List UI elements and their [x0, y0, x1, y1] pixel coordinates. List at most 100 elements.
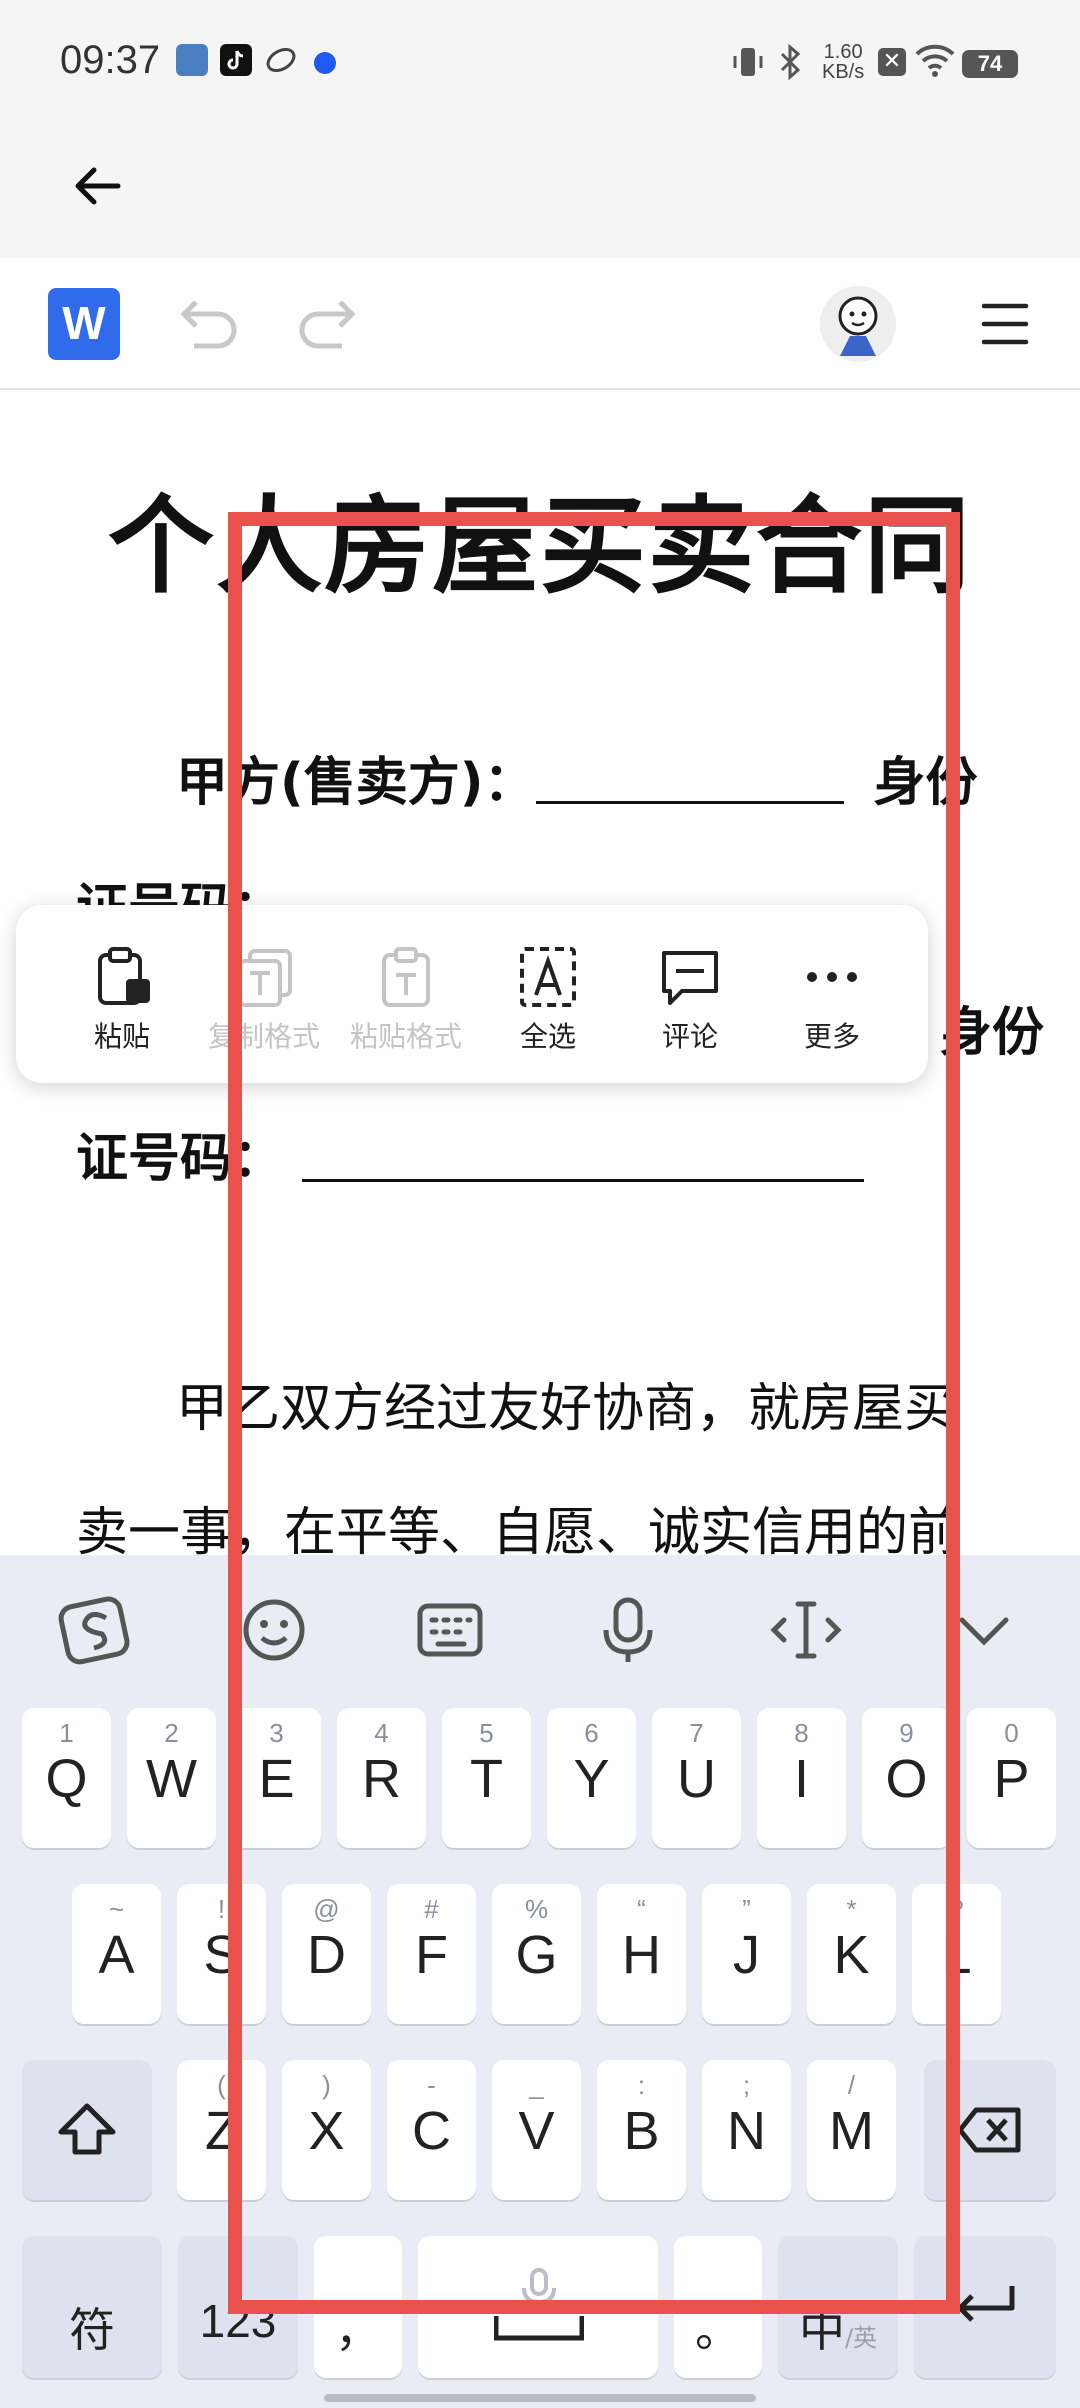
- key-g[interactable]: % G: [492, 1884, 581, 2024]
- key-e[interactable]: 3E: [232, 1708, 321, 1848]
- key-b-main: B: [623, 2101, 660, 2161]
- key-m[interactable]: / M: [807, 2060, 896, 2200]
- back-arrow-icon[interactable]: [68, 156, 128, 216]
- key-h[interactable]: “H: [597, 1884, 686, 2024]
- key-f-sub: #: [424, 1894, 439, 1924]
- home-indicator[interactable]: [324, 2394, 756, 2402]
- key-j-main: J: [733, 1925, 760, 1985]
- key-p[interactable]: 0P: [967, 1708, 1056, 1848]
- key-n[interactable]: ; N: [702, 2060, 791, 2200]
- key-f[interactable]: # F: [387, 1884, 476, 2024]
- network-speed-unit: KB/s: [822, 61, 865, 83]
- key-z[interactable]: (Z: [177, 2060, 266, 2200]
- menu-hamburger-icon[interactable]: [980, 296, 1030, 352]
- battery-indicator: 74: [962, 50, 1018, 78]
- context-menu: 粘贴 复制格式 粘贴格式 全选 评论 更多: [16, 905, 928, 1083]
- key-a[interactable]: ~ A: [72, 1884, 161, 2024]
- symbols-key[interactable]: 符: [22, 2236, 162, 2378]
- language-switch-key[interactable]: 中/英: [778, 2236, 898, 2378]
- period-key-label: 。: [695, 2303, 741, 2357]
- key-b-sub: :: [637, 2070, 646, 2100]
- key-u-sub: 7: [689, 1718, 704, 1748]
- period-key[interactable]: 。: [674, 2236, 762, 2378]
- key-q-sub: 1: [59, 1718, 74, 1748]
- more-button[interactable]: 更多: [762, 905, 902, 1083]
- keyboard-layout-icon[interactable]: [410, 1590, 490, 1670]
- key-b[interactable]: :B: [597, 2060, 686, 2200]
- cursor-move-icon[interactable]: [766, 1590, 846, 1670]
- key-c-main: C: [412, 2101, 451, 2161]
- key-v[interactable]: _ V: [492, 2060, 581, 2200]
- user-avatar[interactable]: [820, 286, 896, 362]
- key-z-sub: (: [217, 2070, 226, 2100]
- language-key-main: 中: [798, 2303, 845, 2357]
- key-x-main: X: [308, 2101, 345, 2161]
- key-r-sub: 4: [374, 1718, 389, 1748]
- key-t[interactable]: 5T: [442, 1708, 531, 1848]
- undo-icon[interactable]: [176, 292, 242, 354]
- key-q[interactable]: 1Q: [22, 1708, 111, 1848]
- space-key[interactable]: [418, 2236, 658, 2378]
- microphone-icon[interactable]: [588, 1590, 668, 1670]
- select-all-button[interactable]: 全选: [478, 905, 618, 1083]
- enter-key[interactable]: [914, 2236, 1056, 2378]
- network-speed-value: 1.60: [823, 41, 863, 63]
- key-i[interactable]: 8I: [757, 1708, 846, 1848]
- key-o-main: O: [885, 1749, 928, 1809]
- paste-button[interactable]: 粘贴: [52, 905, 192, 1083]
- copy-format-button[interactable]: 复制格式: [194, 905, 334, 1083]
- key-w-sub: 2: [164, 1718, 179, 1748]
- redo-icon[interactable]: [294, 292, 360, 354]
- key-g-sub: %: [524, 1894, 549, 1924]
- key-x[interactable]: ) X: [282, 2060, 371, 2200]
- collapse-keyboard-icon[interactable]: [944, 1590, 1024, 1670]
- key-p-main: P: [993, 1749, 1030, 1809]
- key-c[interactable]: -C: [387, 2060, 476, 2200]
- comma-key[interactable]: ，: [314, 2236, 402, 2378]
- key-k[interactable]: * K: [807, 1884, 896, 2024]
- party-b-id-label[interactable]: 身份: [940, 990, 1044, 1065]
- numbers-key-label: 123: [199, 2295, 277, 2347]
- key-d-sub: @: [313, 1894, 340, 1924]
- key-j[interactable]: ” J: [702, 1884, 791, 2024]
- space-mic-icon: [494, 2268, 584, 2341]
- paste-format-icon: [382, 947, 430, 1007]
- numbers-key[interactable]: 123: [178, 2236, 298, 2378]
- shift-icon: [58, 2103, 116, 2155]
- party-a-id-label: 身份: [873, 753, 978, 813]
- backspace-key[interactable]: [924, 2060, 1056, 2200]
- party-b-id-blank[interactable]: [302, 1123, 865, 1182]
- key-o[interactable]: 9O: [862, 1708, 951, 1848]
- enter-icon: [957, 2286, 1015, 2322]
- app-notification-icon: [176, 44, 208, 76]
- doc-paragraph-line-2[interactable]: 卖一事，在平等、自愿、诚实信用的前: [76, 1490, 960, 1565]
- doc-line-party-b-id[interactable]: 证号码：: [76, 1116, 865, 1191]
- key-w[interactable]: 2W: [127, 1708, 216, 1848]
- key-w-main: W: [146, 1749, 197, 1809]
- key-n-main: N: [727, 2101, 766, 2161]
- party-a-blank[interactable]: [535, 751, 844, 804]
- key-s[interactable]: ! S: [177, 1884, 266, 2024]
- comment-button[interactable]: 评论: [620, 905, 760, 1083]
- sogou-logo-icon[interactable]: [56, 1590, 136, 1670]
- key-k-main: K: [833, 1925, 870, 1985]
- shift-key[interactable]: [22, 2060, 152, 2200]
- key-u[interactable]: 7U: [652, 1708, 741, 1848]
- key-d[interactable]: @ D: [282, 1884, 371, 2024]
- key-a-sub: ~: [108, 1894, 125, 1924]
- key-l[interactable]: ? L: [912, 1884, 1001, 2024]
- key-y-main: Y: [573, 1749, 610, 1809]
- key-l-sub: ?: [949, 1894, 964, 1924]
- emoji-icon[interactable]: [234, 1590, 314, 1670]
- status-time: 09:37: [60, 38, 161, 82]
- key-r[interactable]: 4R: [337, 1708, 426, 1848]
- doc-line-party-a[interactable]: 甲方(售卖方)： 身份: [176, 740, 978, 815]
- paste-format-button[interactable]: 粘贴格式: [336, 905, 476, 1083]
- document-title[interactable]: 个人房屋买卖合同: [0, 460, 1080, 614]
- select-all-icon: [520, 947, 576, 1007]
- link-app-icon: [264, 44, 296, 76]
- key-y[interactable]: 6Y: [547, 1708, 636, 1848]
- wifi-icon: [914, 42, 956, 82]
- key-h-sub: “: [637, 1894, 646, 1924]
- doc-paragraph-line-1[interactable]: 甲乙双方经过友好协商，就房屋买: [176, 1366, 956, 1441]
